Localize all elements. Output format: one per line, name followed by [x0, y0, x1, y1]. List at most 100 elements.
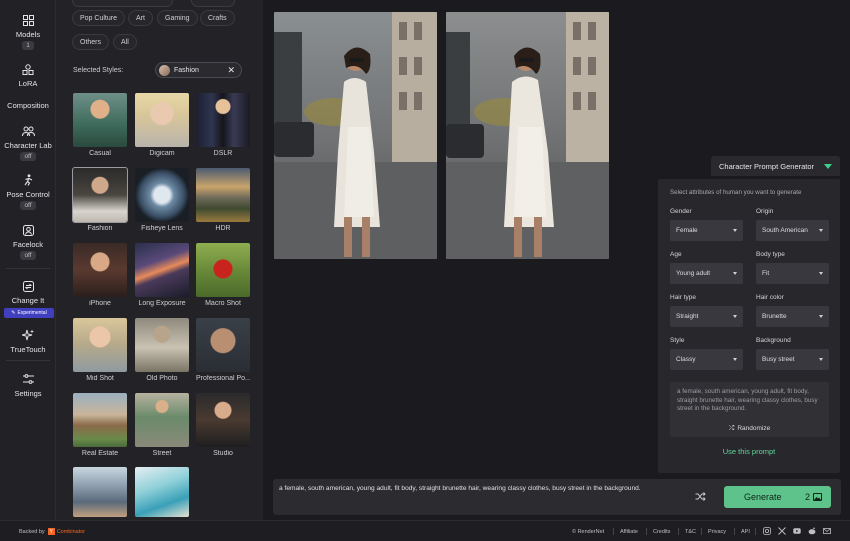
nav-models[interactable]: Models 1	[0, 13, 56, 50]
use-this-prompt-button[interactable]: Use this prompt	[658, 447, 840, 456]
age-select[interactable]: Young adult	[670, 263, 743, 284]
style-thumbnail	[196, 93, 250, 147]
footer-link-privacy[interactable]: Privacy	[708, 529, 726, 535]
hair-color-select[interactable]: Brunette	[756, 306, 829, 327]
style-tile-studio[interactable]: Studio	[196, 393, 250, 457]
style-tile-label: Casual	[89, 150, 111, 157]
background-label: Background	[756, 337, 791, 344]
style-tile-label: iPhone	[89, 300, 111, 307]
style-thumbnail	[135, 393, 189, 447]
nav-change-it-label: Change It	[11, 296, 45, 305]
swap-icon	[21, 279, 35, 293]
nav-character-lab[interactable]: Character Lab off	[0, 124, 56, 161]
street-fashion-photo	[446, 12, 609, 259]
style-tile-long-exposure[interactable]: Long Exposure	[135, 243, 189, 307]
caret-down-icon	[733, 315, 737, 318]
style-tile-label: Fashion	[87, 225, 113, 232]
experimental-badge: ✎ Experimental	[4, 308, 54, 318]
category-chip-pop-culture[interactable]: Pop Culture	[72, 10, 125, 26]
nav-settings[interactable]: Settings	[0, 372, 56, 398]
style-tile-dslr[interactable]: DSLR	[196, 93, 250, 157]
x-icon[interactable]	[778, 527, 786, 535]
style-tile-fashion[interactable]: Fashion	[72, 167, 128, 232]
nav-lora-label: LoRA	[18, 79, 38, 88]
generated-image-2[interactable]	[446, 12, 609, 259]
style-thumbnail	[135, 467, 189, 517]
pose-icon	[21, 173, 35, 187]
nav-truetouch[interactable]: TrueTouch	[0, 328, 56, 354]
generate-button[interactable]: Generate 2	[724, 486, 831, 508]
hair-type-select[interactable]: Straight	[670, 306, 743, 327]
style-tile-real-estate[interactable]: Real Estate	[73, 393, 127, 457]
sliders-icon	[21, 372, 35, 386]
category-chip-partial[interactable]	[72, 0, 173, 7]
style-thumbnail	[159, 64, 170, 76]
style-tile-iphone[interactable]: iPhone	[73, 243, 127, 307]
style-tile-old-photo[interactable]: Old Photo	[135, 318, 189, 382]
caret-down-icon	[819, 272, 823, 275]
style-thumbnail	[72, 167, 128, 223]
category-chip-others[interactable]: Others	[72, 34, 110, 50]
category-chip-art[interactable]: Art	[128, 10, 153, 26]
style-tile-label: Mid Shot	[86, 375, 114, 382]
category-chip-crafts[interactable]: Crafts	[200, 10, 235, 26]
style-tile-street[interactable]: Street	[135, 393, 189, 457]
randomize-button[interactable]: ⤮ Randomize	[670, 420, 829, 437]
generator-title: Character Prompt Generator	[719, 161, 815, 171]
origin-select[interactable]: South American	[756, 220, 829, 241]
style-label: Style	[670, 337, 685, 344]
character-lab-status-badge: off	[20, 152, 36, 161]
gender-value: Female	[676, 227, 698, 234]
remove-style-icon[interactable]: ✕	[227, 65, 235, 76]
nav-change-it[interactable]: Change It	[0, 279, 56, 305]
nav-lora[interactable]: LoRA	[0, 62, 56, 88]
style-tile-macro-shot[interactable]: Macro Shot	[196, 243, 250, 307]
nav-composition[interactable]: Composition	[0, 101, 56, 110]
style-tile-fisheye-lens[interactable]: Fisheye Lens	[135, 168, 189, 232]
prompt-input[interactable]: a female, south american, young adult, f…	[279, 485, 641, 492]
background-select[interactable]: Busy street	[756, 349, 829, 370]
styles-panel: Pop Culture Art Gaming Crafts Others All…	[56, 0, 263, 520]
instagram-icon[interactable]	[763, 527, 771, 535]
nav-composition-label: Composition	[7, 101, 49, 110]
style-tile-professional-portrait[interactable]: Professional Po...	[196, 318, 250, 382]
shuffle-icon[interactable]	[695, 491, 707, 503]
gender-select[interactable]: Female	[670, 220, 743, 241]
style-thumbnail	[73, 243, 127, 297]
background-value: Busy street	[762, 356, 795, 363]
footer-divider	[613, 528, 614, 535]
left-nav: Models 1 LoRA Composition Character Lab …	[0, 0, 56, 520]
style-tile-label: Professional Po...	[196, 375, 250, 382]
footer-divider	[678, 528, 679, 535]
character-prompt-generator-toggle[interactable]: Character Prompt Generator	[711, 156, 840, 176]
category-chip-gaming[interactable]: Gaming	[157, 10, 198, 26]
footer-link-api[interactable]: API	[741, 529, 750, 535]
style-tile-mid-shot[interactable]: Mid Shot	[73, 318, 127, 382]
footer-link-credits[interactable]: Credits	[653, 529, 670, 535]
nav-facelock[interactable]: Facelock off	[0, 223, 56, 260]
style-tile-partial[interactable]	[73, 467, 127, 517]
style-tile-partial[interactable]	[135, 467, 189, 517]
category-chip-partial[interactable]	[191, 0, 235, 7]
generator-subtitle: Select attributes of human you want to g…	[670, 189, 802, 196]
footer-link-terms[interactable]: T&C	[685, 529, 696, 535]
nav-pose-control[interactable]: Pose Control off	[0, 173, 56, 210]
nav-facelock-label: Facelock	[12, 240, 43, 249]
style-tile-casual[interactable]: Casual	[73, 93, 127, 157]
youtube-icon[interactable]	[793, 527, 801, 535]
style-tile-digicam[interactable]: Digicam	[135, 93, 189, 157]
style-tile-label: Old Photo	[146, 375, 178, 382]
style-tile-hdr[interactable]: HDR	[196, 168, 250, 232]
age-value: Young adult	[676, 270, 711, 277]
category-chip-all[interactable]: All	[113, 34, 137, 50]
style-tile-label: Digicam	[149, 150, 175, 157]
character-prompt-generator-panel: Select attributes of human you want to g…	[658, 179, 840, 473]
style-select[interactable]: Classy	[670, 349, 743, 370]
reddit-icon[interactable]	[808, 527, 816, 535]
generated-image-1[interactable]	[274, 12, 437, 259]
origin-value: South American	[762, 227, 808, 234]
footer-link-affiliate[interactable]: Affiliate	[620, 529, 638, 535]
selected-style-chip[interactable]: Fashion ✕	[155, 62, 242, 78]
mail-icon[interactable]	[823, 527, 831, 535]
body-type-select[interactable]: Fit	[756, 263, 829, 284]
